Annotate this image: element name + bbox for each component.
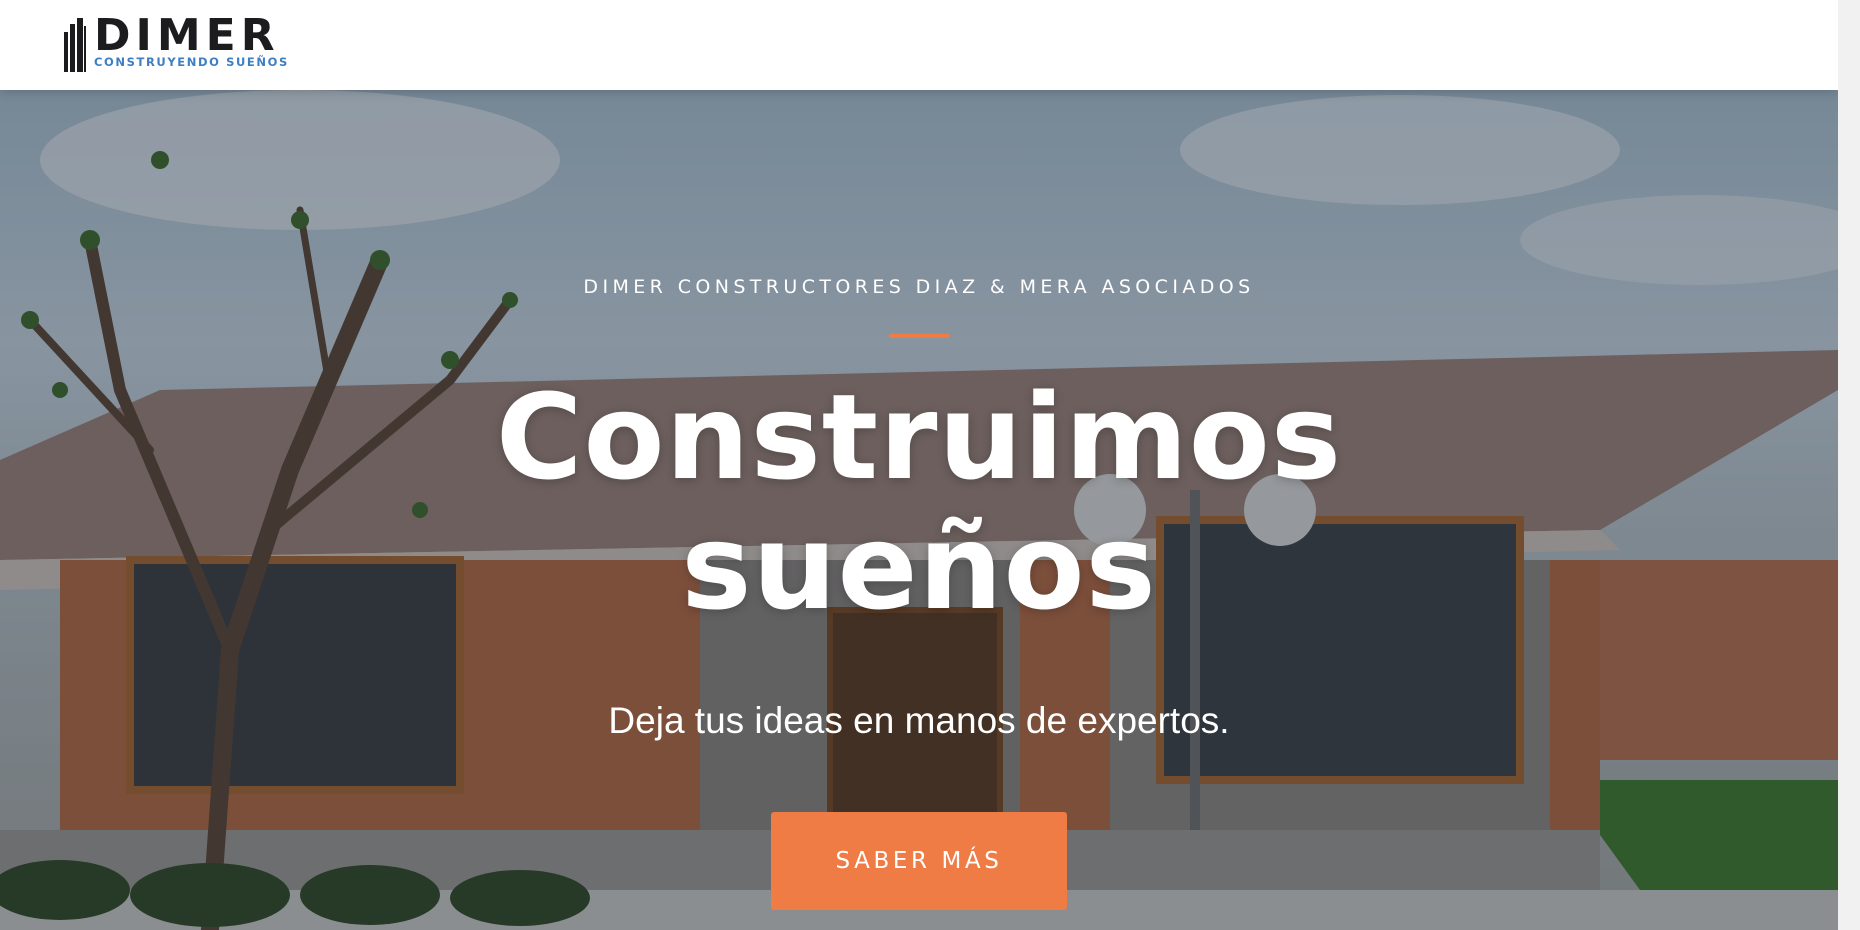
logo[interactable]: DIMER CONSTRUYENDO SUEÑOS bbox=[62, 10, 302, 74]
hero-content: DIMER CONSTRUCTORES DIAZ & MERA ASOCIADO… bbox=[0, 90, 1838, 930]
saber-mas-button[interactable]: SABER MÁS bbox=[771, 812, 1067, 910]
hero-title: Construimos sueños bbox=[0, 372, 1838, 632]
page-scrollbar[interactable] bbox=[1838, 0, 1860, 930]
hero-title-line-2: sueños bbox=[681, 498, 1157, 636]
site-header: DIMER CONSTRUYENDO SUEÑOS bbox=[0, 0, 1838, 90]
logo-tagline: CONSTRUYENDO SUEÑOS bbox=[94, 55, 289, 69]
hero-title-line-1: Construimos bbox=[495, 368, 1343, 506]
hero-section: DIMER CONSTRUCTORES DIAZ & MERA ASOCIADO… bbox=[0, 90, 1838, 930]
hero-divider bbox=[889, 334, 949, 338]
hero-subtitle: Deja tus ideas en manos de expertos. bbox=[608, 700, 1230, 741]
logo-wordmark: DIMER bbox=[94, 10, 280, 61]
building-bars-icon bbox=[64, 18, 86, 72]
hero-kicker: DIMER CONSTRUCTORES DIAZ & MERA ASOCIADO… bbox=[583, 276, 1255, 298]
